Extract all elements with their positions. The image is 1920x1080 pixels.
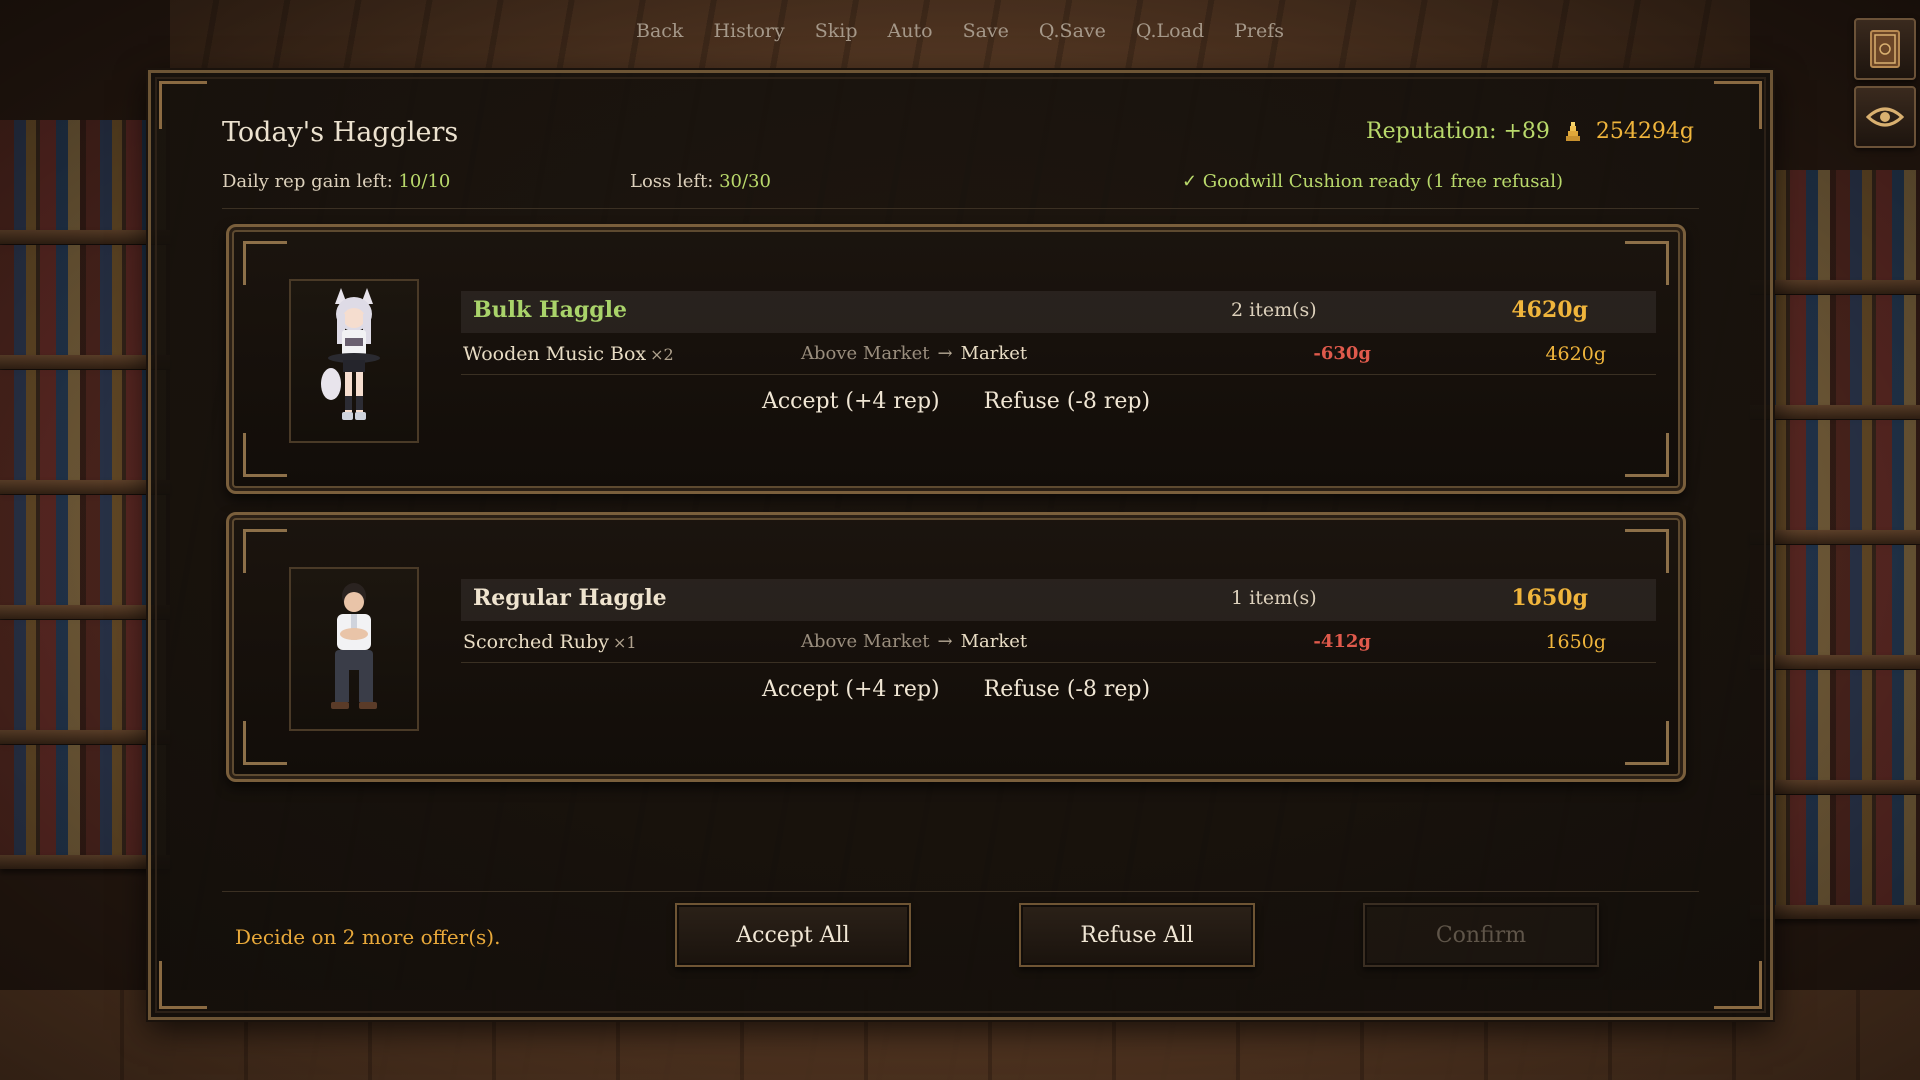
journal-button[interactable]	[1854, 18, 1916, 80]
arrow-right-icon: →	[937, 631, 953, 652]
reputation-value: Reputation: +89	[1366, 119, 1550, 144]
offer-actions: Accept (+4 rep) Refuse (-8 rep)	[229, 389, 1683, 414]
hagglers-panel: Today's Hagglers Reputation: +89 254294g…	[148, 70, 1773, 1020]
quick-load-button[interactable]: Q.Load	[1136, 20, 1204, 42]
offer-type: Bulk Haggle	[473, 297, 628, 323]
accept-all-button[interactable]: Accept All	[675, 903, 911, 967]
auto-button[interactable]: Auto	[888, 20, 933, 42]
prefs-button[interactable]: Prefs	[1234, 20, 1284, 42]
skip-button[interactable]: Skip	[815, 20, 858, 42]
customer-portrait	[289, 279, 419, 443]
refuse-offer-button[interactable]: Refuse (-8 rep)	[984, 677, 1150, 702]
price-delta: -630g	[1313, 343, 1371, 364]
hide-ui-button[interactable]	[1854, 86, 1916, 148]
offer-card: Regular Haggle 1 item(s) 1650g Scorched …	[226, 512, 1686, 782]
refuse-all-button[interactable]: Refuse All	[1019, 903, 1255, 967]
page-title: Today's Hagglers	[222, 117, 459, 148]
eye-icon	[1866, 107, 1904, 127]
item-name: Wooden Music Box ×2	[463, 343, 674, 365]
goodwill-status: ✓ Goodwill Cushion ready (1 free refusal…	[1182, 171, 1564, 192]
accept-offer-button[interactable]: Accept (+4 rep)	[762, 389, 940, 414]
quick-save-button[interactable]: Q.Save	[1039, 20, 1106, 42]
item-price: 1650g	[1545, 631, 1606, 653]
price-tier-change: Above Market → Market	[801, 343, 1028, 364]
reputation-status: Reputation: +89 254294g	[1366, 119, 1694, 144]
offer-item-row: Wooden Music Box ×2 Above Market → Market -…	[461, 333, 1656, 375]
item-quantity: ×2	[650, 345, 674, 364]
offer-header: Regular Haggle 1 item(s) 1650g	[461, 579, 1656, 621]
pending-decisions-message: Decide on 2 more offer(s).	[235, 925, 501, 949]
price-delta: -412g	[1313, 631, 1371, 652]
offer-type: Regular Haggle	[473, 585, 667, 611]
gold-coins-icon	[1565, 121, 1580, 141]
accept-offer-button[interactable]: Accept (+4 rep)	[762, 677, 940, 702]
offer-total: 1650g	[1511, 585, 1588, 611]
offer-item-count: 2 item(s)	[1231, 299, 1317, 321]
daily-rep-gain: Daily rep gain left: 10/10	[222, 171, 451, 192]
quick-menu: Back History Skip Auto Save Q.Save Q.Loa…	[0, 20, 1920, 42]
limits-row: Daily rep gain left: 10/10 Loss left: 30…	[222, 171, 1699, 197]
refuse-offer-button[interactable]: Refuse (-8 rep)	[984, 389, 1150, 414]
customer-portrait	[289, 567, 419, 731]
item-quantity: ×1	[612, 633, 637, 652]
item-price: 4620g	[1545, 343, 1606, 365]
gold-amount: 254294g	[1595, 119, 1694, 144]
save-button[interactable]: Save	[963, 20, 1009, 42]
journal-book-icon	[1870, 30, 1900, 68]
arrow-right-icon: →	[937, 343, 953, 364]
offer-actions: Accept (+4 rep) Refuse (-8 rep)	[229, 677, 1683, 702]
back-button[interactable]: Back	[636, 20, 683, 42]
offer-item-count: 1 item(s)	[1231, 587, 1317, 609]
history-button[interactable]: History	[713, 20, 784, 42]
offer-header: Bulk Haggle 2 item(s) 4620g	[461, 291, 1656, 333]
offer-item-row: Scorched Ruby ×1 Above Market → Market -412…	[461, 621, 1656, 663]
confirm-button[interactable]: Confirm	[1363, 903, 1599, 967]
item-name: Scorched Ruby ×1	[463, 631, 637, 653]
loss-left: Loss left: 30/30	[630, 171, 771, 192]
offer-total: 4620g	[1511, 297, 1588, 323]
price-tier-change: Above Market → Market	[801, 631, 1028, 652]
offer-card: Bulk Haggle 2 item(s) 4620g Wooden Music…	[226, 224, 1686, 494]
